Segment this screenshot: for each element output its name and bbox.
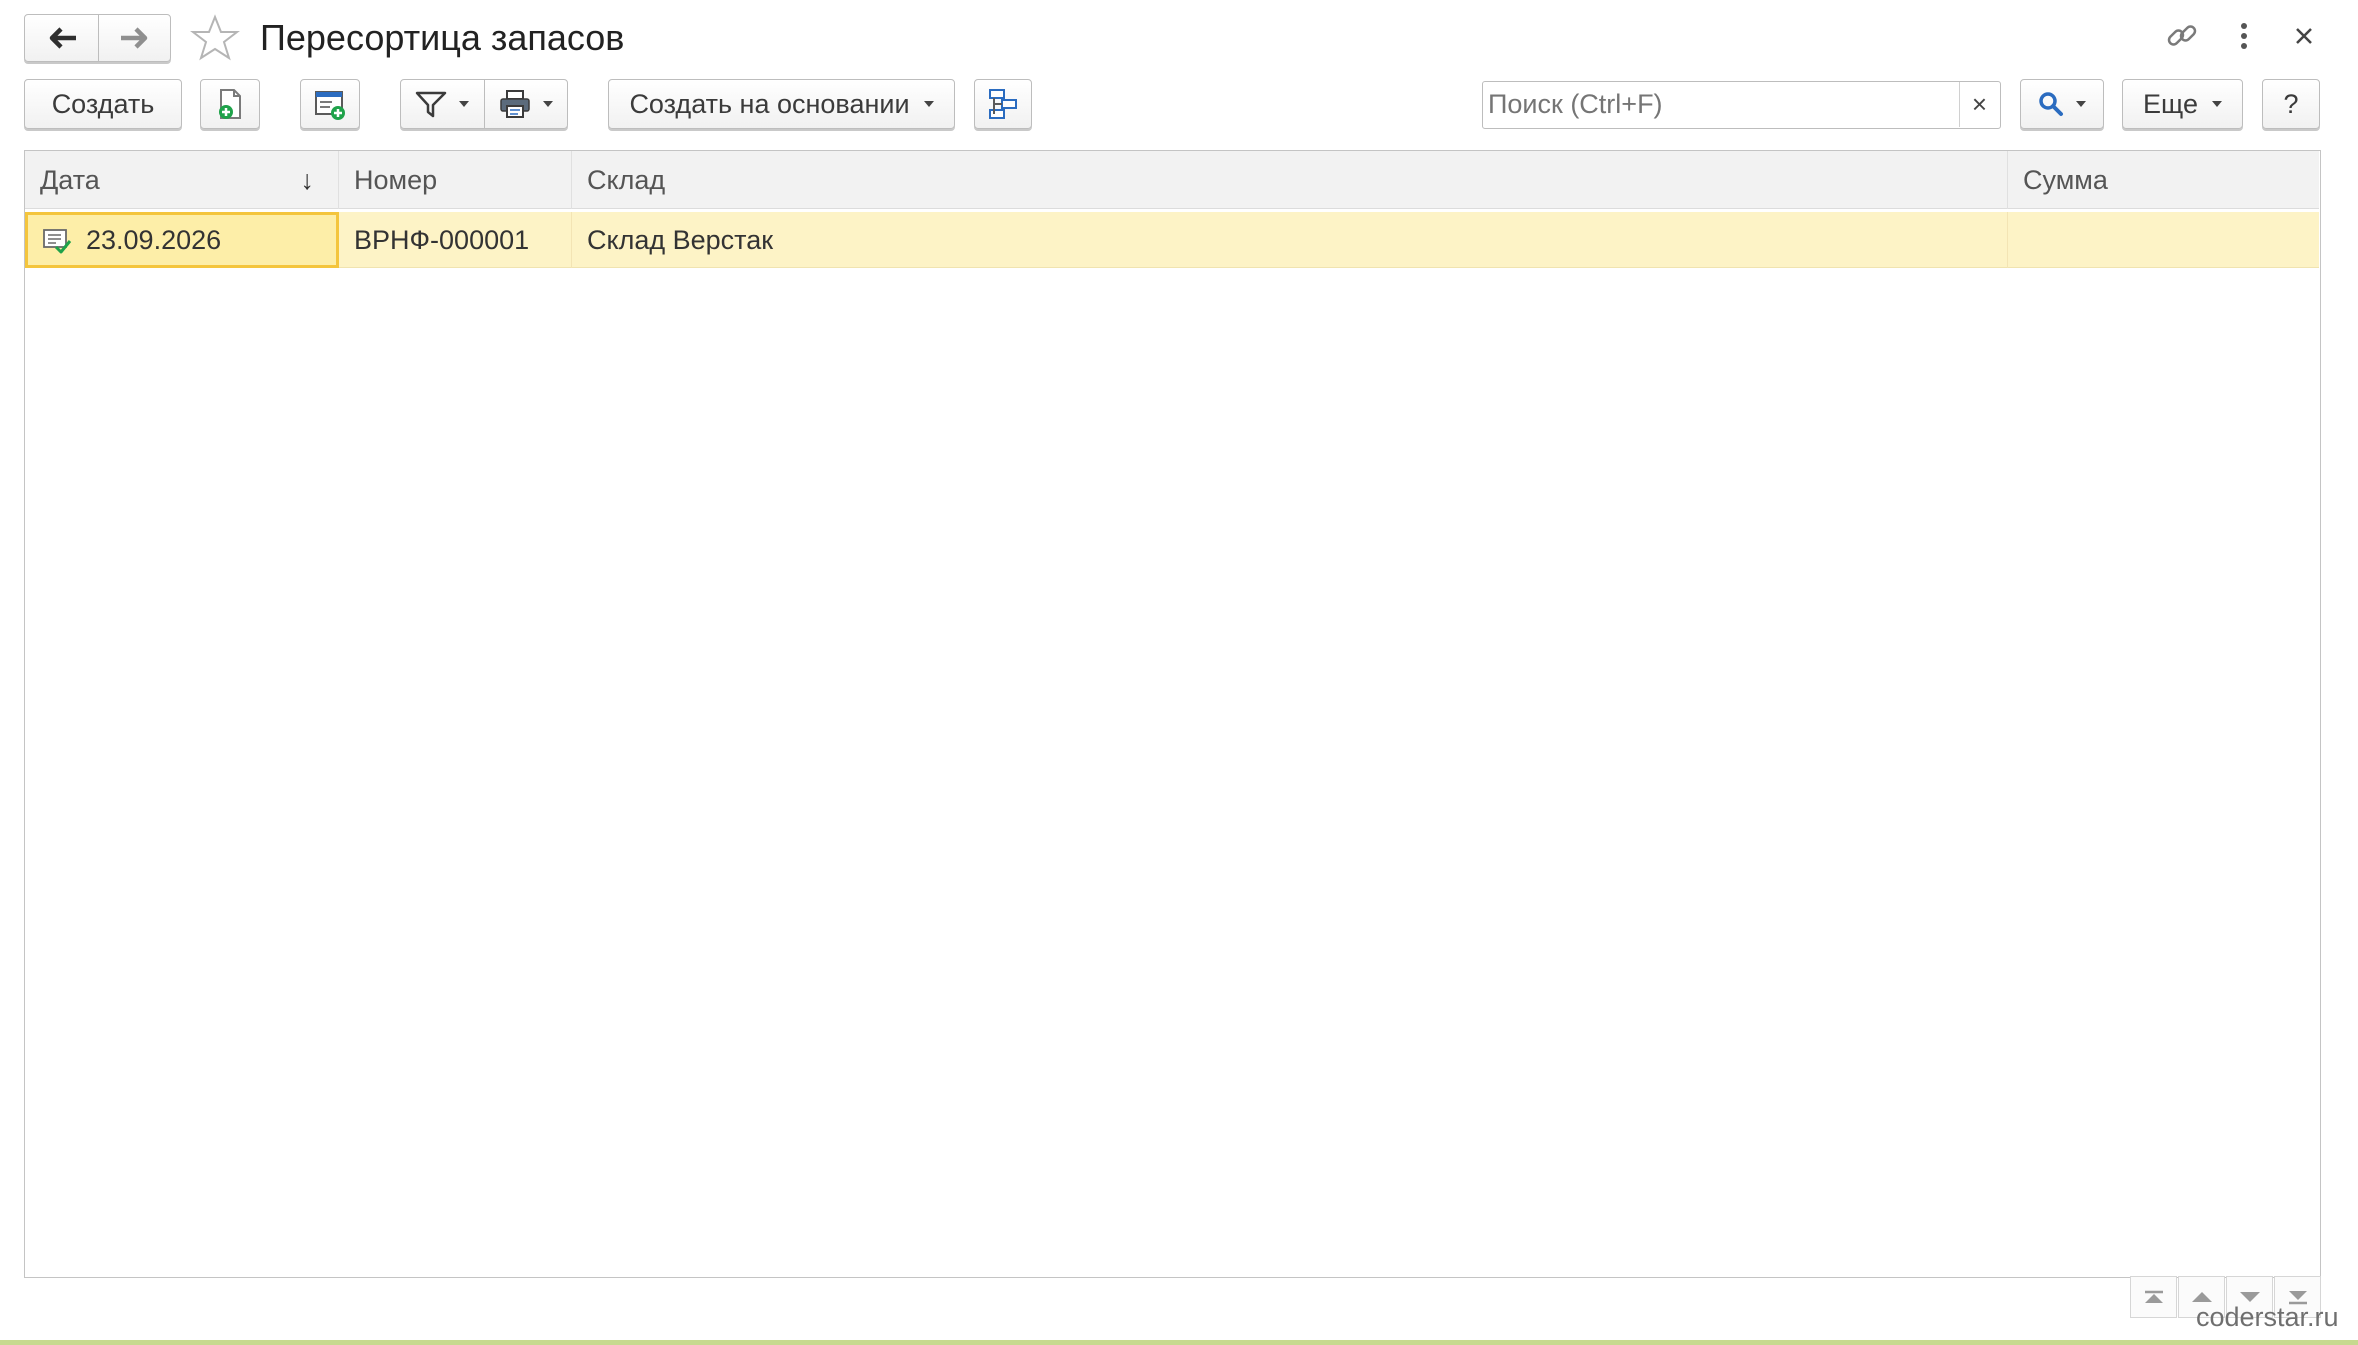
close-icon[interactable] — [2290, 22, 2318, 50]
chevron-down-icon — [2211, 101, 2222, 107]
link-icon[interactable] — [2164, 18, 2200, 54]
search-field[interactable]: × — [1482, 81, 2001, 129]
row-warehouse: Склад Верстак — [587, 224, 774, 255]
chevron-down-icon — [923, 101, 934, 107]
posted-document-icon — [43, 229, 72, 254]
copy-add-icon — [219, 89, 241, 119]
chevron-down-icon — [459, 101, 469, 107]
structure-button[interactable] — [974, 79, 1032, 129]
column-header-warehouse[interactable]: Склад — [572, 151, 2008, 209]
search-icon — [2039, 92, 2063, 116]
column-header-sum-label: Сумма — [2023, 164, 2108, 195]
filter-button[interactable] — [400, 79, 486, 129]
more-actions-label: Еще — [2143, 88, 2198, 119]
help-button[interactable]: ? — [2262, 79, 2320, 129]
print-button[interactable] — [484, 79, 568, 129]
more-actions-button[interactable]: Еще — [2122, 79, 2243, 129]
back-button[interactable] — [24, 14, 100, 62]
favorite-star-icon[interactable] — [190, 14, 240, 62]
chevron-down-icon — [543, 101, 553, 107]
create-based-on-button[interactable]: Создать на основании — [608, 79, 955, 129]
back-arrow-icon — [49, 27, 76, 49]
column-header-number-label: Номер — [354, 164, 438, 195]
structure-icon — [989, 89, 1017, 119]
forward-button[interactable] — [98, 14, 171, 62]
watermark: coderstar.ru — [2196, 1302, 2339, 1332]
column-header-sum[interactable]: Сумма — [2008, 151, 2319, 209]
window-bottom-border — [0, 1340, 2358, 1345]
row-cell-sum[interactable] — [2008, 212, 2319, 268]
row-cell-number[interactable]: ВРНФ-000001 — [339, 212, 572, 268]
column-header-date[interactable]: Дата ↓ — [25, 151, 339, 209]
column-header-number[interactable]: Номер — [339, 151, 572, 209]
add-from-template-icon — [315, 91, 345, 120]
create-button[interactable]: Создать — [24, 79, 182, 129]
more-vertical-icon[interactable] — [2232, 20, 2256, 52]
page-title: Пересортица запасов — [260, 17, 625, 58]
search-clear-button[interactable]: × — [1959, 82, 1999, 127]
table-row[interactable]: 23.09.2026 ВРНФ-000001 Склад Верстак — [25, 212, 2319, 268]
column-header-warehouse-label: Склад — [587, 164, 666, 195]
print-icon — [500, 90, 530, 118]
sort-arrow-icon: ↓ — [300, 164, 315, 195]
column-header-date-label: Дата — [40, 164, 100, 195]
row-number: ВРНФ-000001 — [354, 224, 530, 255]
chevron-down-icon — [2076, 101, 2086, 107]
scroll-to-first-icon — [2144, 1290, 2163, 1303]
document-list-table: Дата ↓ Номер Склад Сумма 23.09.2026 ВРНФ… — [24, 150, 2321, 1278]
create-based-on-label: Создать на основании — [629, 88, 910, 119]
row-date: 23.09.2026 — [86, 224, 222, 255]
search-input[interactable] — [1483, 82, 1959, 127]
table-header: Дата ↓ Номер Склад Сумма — [25, 151, 2319, 209]
row-cell-date[interactable]: 23.09.2026 — [25, 212, 339, 268]
scroll-to-first-button[interactable] — [2130, 1276, 2177, 1318]
filter-icon — [415, 91, 447, 118]
search-clear-label: × — [1971, 89, 1988, 119]
add-from-template-button[interactable] — [300, 79, 360, 129]
forward-arrow-icon — [120, 27, 147, 49]
search-button[interactable] — [2020, 79, 2104, 129]
row-cell-warehouse[interactable]: Склад Верстак — [572, 212, 2008, 268]
copy-add-button[interactable] — [200, 79, 260, 129]
